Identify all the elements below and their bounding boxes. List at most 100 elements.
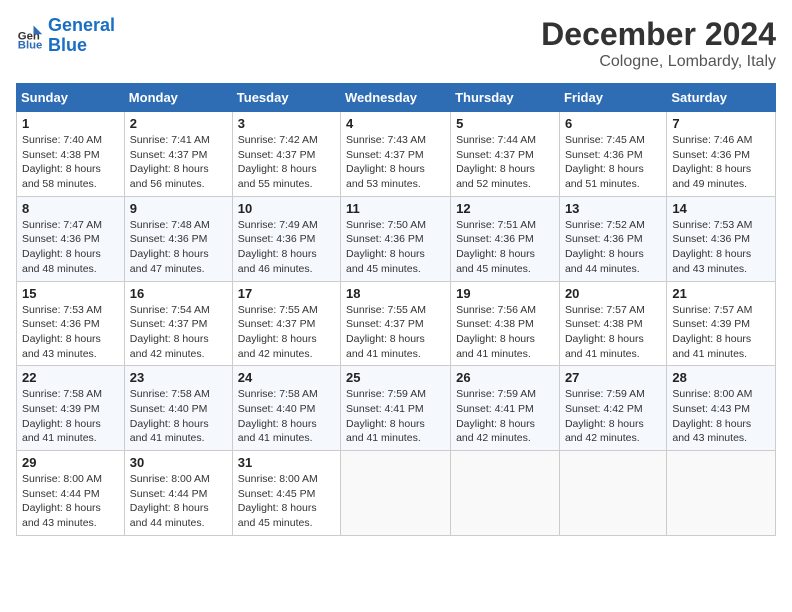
location: Cologne, Lombardy, Italy <box>541 53 776 71</box>
day-info: Sunrise: 7:44 AM Sunset: 4:37 PM Dayligh… <box>456 133 554 192</box>
calendar-cell: 18 Sunrise: 7:55 AM Sunset: 4:37 PM Dayl… <box>341 281 451 366</box>
day-number: 18 <box>346 286 445 301</box>
calendar-cell: 21 Sunrise: 7:57 AM Sunset: 4:39 PM Dayl… <box>667 281 776 366</box>
day-info: Sunrise: 7:57 AM Sunset: 4:39 PM Dayligh… <box>672 303 770 362</box>
calendar-cell: 10 Sunrise: 7:49 AM Sunset: 4:36 PM Dayl… <box>232 196 340 281</box>
calendar-body: 1 Sunrise: 7:40 AM Sunset: 4:38 PM Dayli… <box>17 112 776 536</box>
day-number: 24 <box>238 370 335 385</box>
day-info: Sunrise: 7:56 AM Sunset: 4:38 PM Dayligh… <box>456 303 554 362</box>
day-number: 10 <box>238 201 335 216</box>
calendar-cell: 27 Sunrise: 7:59 AM Sunset: 4:42 PM Dayl… <box>559 366 666 451</box>
calendar-cell <box>559 451 666 536</box>
day-number: 29 <box>22 455 119 470</box>
day-number: 21 <box>672 286 770 301</box>
day-number: 26 <box>456 370 554 385</box>
calendar-week-4: 22 Sunrise: 7:58 AM Sunset: 4:39 PM Dayl… <box>17 366 776 451</box>
day-number: 3 <box>238 116 335 131</box>
day-info: Sunrise: 8:00 AM Sunset: 4:43 PM Dayligh… <box>672 387 770 446</box>
calendar-cell: 25 Sunrise: 7:59 AM Sunset: 4:41 PM Dayl… <box>341 366 451 451</box>
calendar-cell: 12 Sunrise: 7:51 AM Sunset: 4:36 PM Dayl… <box>451 196 560 281</box>
calendar-week-5: 29 Sunrise: 8:00 AM Sunset: 4:44 PM Dayl… <box>17 451 776 536</box>
day-info: Sunrise: 7:43 AM Sunset: 4:37 PM Dayligh… <box>346 133 445 192</box>
logo-text: GeneralBlue <box>48 16 115 56</box>
calendar-header-row: SundayMondayTuesdayWednesdayThursdayFrid… <box>17 84 776 112</box>
calendar-cell: 31 Sunrise: 8:00 AM Sunset: 4:45 PM Dayl… <box>232 451 340 536</box>
calendar-cell: 19 Sunrise: 7:56 AM Sunset: 4:38 PM Dayl… <box>451 281 560 366</box>
weekday-header-friday: Friday <box>559 84 666 112</box>
day-number: 7 <box>672 116 770 131</box>
day-info: Sunrise: 7:53 AM Sunset: 4:36 PM Dayligh… <box>672 218 770 277</box>
calendar-cell: 9 Sunrise: 7:48 AM Sunset: 4:36 PM Dayli… <box>124 196 232 281</box>
calendar-cell: 28 Sunrise: 8:00 AM Sunset: 4:43 PM Dayl… <box>667 366 776 451</box>
calendar-cell <box>667 451 776 536</box>
day-number: 8 <box>22 201 119 216</box>
calendar-cell: 30 Sunrise: 8:00 AM Sunset: 4:44 PM Dayl… <box>124 451 232 536</box>
day-number: 14 <box>672 201 770 216</box>
calendar-cell: 11 Sunrise: 7:50 AM Sunset: 4:36 PM Dayl… <box>341 196 451 281</box>
day-info: Sunrise: 8:00 AM Sunset: 4:45 PM Dayligh… <box>238 472 335 531</box>
svg-text:Blue: Blue <box>18 39 43 50</box>
calendar-cell: 26 Sunrise: 7:59 AM Sunset: 4:41 PM Dayl… <box>451 366 560 451</box>
day-number: 2 <box>130 116 227 131</box>
weekday-header-thursday: Thursday <box>451 84 560 112</box>
day-number: 4 <box>346 116 445 131</box>
day-info: Sunrise: 7:58 AM Sunset: 4:39 PM Dayligh… <box>22 387 119 446</box>
day-info: Sunrise: 7:46 AM Sunset: 4:36 PM Dayligh… <box>672 133 770 192</box>
calendar-week-1: 1 Sunrise: 7:40 AM Sunset: 4:38 PM Dayli… <box>17 112 776 197</box>
page-header: Gen Blue GeneralBlue December 2024 Colog… <box>16 16 776 71</box>
day-info: Sunrise: 7:55 AM Sunset: 4:37 PM Dayligh… <box>238 303 335 362</box>
calendar-cell: 24 Sunrise: 7:58 AM Sunset: 4:40 PM Dayl… <box>232 366 340 451</box>
calendar-week-3: 15 Sunrise: 7:53 AM Sunset: 4:36 PM Dayl… <box>17 281 776 366</box>
calendar-cell: 4 Sunrise: 7:43 AM Sunset: 4:37 PM Dayli… <box>341 112 451 197</box>
calendar-cell: 15 Sunrise: 7:53 AM Sunset: 4:36 PM Dayl… <box>17 281 125 366</box>
day-info: Sunrise: 7:48 AM Sunset: 4:36 PM Dayligh… <box>130 218 227 277</box>
day-info: Sunrise: 7:51 AM Sunset: 4:36 PM Dayligh… <box>456 218 554 277</box>
day-info: Sunrise: 7:58 AM Sunset: 4:40 PM Dayligh… <box>238 387 335 446</box>
calendar-cell: 13 Sunrise: 7:52 AM Sunset: 4:36 PM Dayl… <box>559 196 666 281</box>
calendar-cell: 5 Sunrise: 7:44 AM Sunset: 4:37 PM Dayli… <box>451 112 560 197</box>
day-number: 16 <box>130 286 227 301</box>
day-number: 23 <box>130 370 227 385</box>
day-info: Sunrise: 8:00 AM Sunset: 4:44 PM Dayligh… <box>130 472 227 531</box>
calendar-cell: 17 Sunrise: 7:55 AM Sunset: 4:37 PM Dayl… <box>232 281 340 366</box>
calendar-cell <box>451 451 560 536</box>
day-info: Sunrise: 7:59 AM Sunset: 4:42 PM Dayligh… <box>565 387 661 446</box>
day-info: Sunrise: 7:41 AM Sunset: 4:37 PM Dayligh… <box>130 133 227 192</box>
calendar-cell: 23 Sunrise: 7:58 AM Sunset: 4:40 PM Dayl… <box>124 366 232 451</box>
day-info: Sunrise: 7:52 AM Sunset: 4:36 PM Dayligh… <box>565 218 661 277</box>
calendar-week-2: 8 Sunrise: 7:47 AM Sunset: 4:36 PM Dayli… <box>17 196 776 281</box>
day-number: 9 <box>130 201 227 216</box>
calendar-table: SundayMondayTuesdayWednesdayThursdayFrid… <box>16 83 776 536</box>
weekday-header-sunday: Sunday <box>17 84 125 112</box>
calendar-cell: 8 Sunrise: 7:47 AM Sunset: 4:36 PM Dayli… <box>17 196 125 281</box>
calendar-cell: 3 Sunrise: 7:42 AM Sunset: 4:37 PM Dayli… <box>232 112 340 197</box>
day-info: Sunrise: 7:58 AM Sunset: 4:40 PM Dayligh… <box>130 387 227 446</box>
weekday-header-wednesday: Wednesday <box>341 84 451 112</box>
day-info: Sunrise: 7:59 AM Sunset: 4:41 PM Dayligh… <box>346 387 445 446</box>
day-info: Sunrise: 7:59 AM Sunset: 4:41 PM Dayligh… <box>456 387 554 446</box>
day-info: Sunrise: 7:40 AM Sunset: 4:38 PM Dayligh… <box>22 133 119 192</box>
calendar-cell: 1 Sunrise: 7:40 AM Sunset: 4:38 PM Dayli… <box>17 112 125 197</box>
calendar-cell: 6 Sunrise: 7:45 AM Sunset: 4:36 PM Dayli… <box>559 112 666 197</box>
day-info: Sunrise: 7:47 AM Sunset: 4:36 PM Dayligh… <box>22 218 119 277</box>
day-info: Sunrise: 7:55 AM Sunset: 4:37 PM Dayligh… <box>346 303 445 362</box>
day-info: Sunrise: 8:00 AM Sunset: 4:44 PM Dayligh… <box>22 472 119 531</box>
day-number: 19 <box>456 286 554 301</box>
day-info: Sunrise: 7:42 AM Sunset: 4:37 PM Dayligh… <box>238 133 335 192</box>
day-number: 1 <box>22 116 119 131</box>
calendar-cell: 16 Sunrise: 7:54 AM Sunset: 4:37 PM Dayl… <box>124 281 232 366</box>
day-number: 13 <box>565 201 661 216</box>
calendar-cell: 29 Sunrise: 8:00 AM Sunset: 4:44 PM Dayl… <box>17 451 125 536</box>
day-number: 11 <box>346 201 445 216</box>
weekday-header-monday: Monday <box>124 84 232 112</box>
day-number: 20 <box>565 286 661 301</box>
day-number: 5 <box>456 116 554 131</box>
day-number: 22 <box>22 370 119 385</box>
day-number: 12 <box>456 201 554 216</box>
day-number: 17 <box>238 286 335 301</box>
day-info: Sunrise: 7:50 AM Sunset: 4:36 PM Dayligh… <box>346 218 445 277</box>
calendar-cell <box>341 451 451 536</box>
day-info: Sunrise: 7:54 AM Sunset: 4:37 PM Dayligh… <box>130 303 227 362</box>
month-title: December 2024 <box>541 16 776 53</box>
weekday-header-tuesday: Tuesday <box>232 84 340 112</box>
